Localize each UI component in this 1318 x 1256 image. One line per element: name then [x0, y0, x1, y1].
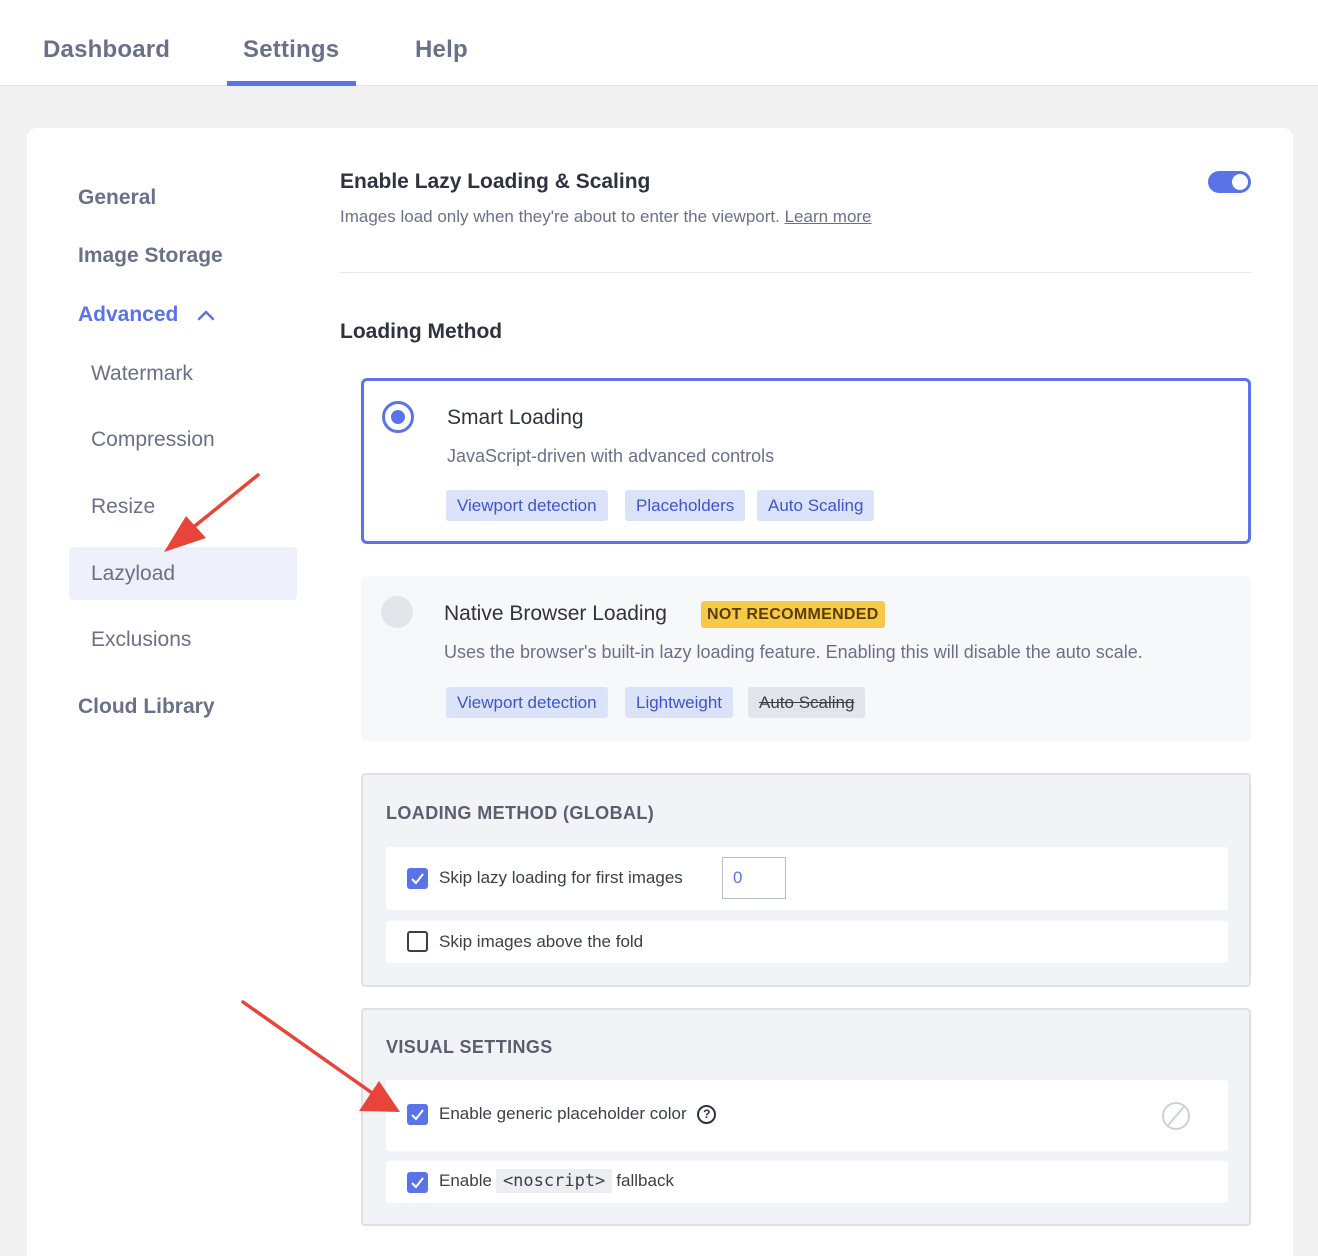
active-tab-indicator: [227, 81, 356, 86]
sidebar-item-image-storage[interactable]: Image Storage: [78, 244, 223, 268]
skip-first-count-input[interactable]: 0: [722, 857, 786, 899]
top-nav: Dashboard Settings Help: [0, 0, 1318, 86]
radio-selected-icon[interactable]: [382, 401, 414, 433]
sidebar-sub-exclusions[interactable]: Exclusions: [91, 628, 191, 652]
chip-viewport-detection: Viewport detection: [446, 687, 608, 718]
tab-help[interactable]: Help: [415, 36, 468, 64]
help-icon[interactable]: ?: [697, 1105, 717, 1125]
learn-more-link[interactable]: Learn more: [785, 207, 872, 226]
no-color-swatch-icon[interactable]: [1162, 1102, 1190, 1130]
chevron-up-icon[interactable]: [197, 308, 215, 322]
skip-first-images-row: Skip lazy loading for first images 0: [386, 847, 1228, 910]
section-divider: [340, 272, 1251, 273]
sidebar-sub-watermark[interactable]: Watermark: [91, 362, 193, 386]
skip-fold-checkbox[interactable]: [407, 931, 428, 952]
annotation-arrow-icon: [164, 473, 260, 552]
visual-settings-panel: VISUAL SETTINGS Enable generic placehold…: [361, 1008, 1251, 1226]
tab-dashboard[interactable]: Dashboard: [43, 36, 170, 64]
enable-lazy-toggle[interactable]: [1208, 171, 1251, 193]
sidebar-sub-compression[interactable]: Compression: [91, 428, 215, 452]
chip-auto-scaling: Auto Scaling: [757, 490, 875, 521]
skip-above-fold-row: Skip images above the fold: [386, 921, 1228, 963]
noscript-code: <noscript>: [495, 1169, 613, 1193]
noscript-prefix: Enable: [439, 1171, 492, 1190]
noscript-label: Enable <noscript> fallback: [439, 1169, 674, 1193]
chip-auto-scaling-disabled: Auto Scaling: [748, 687, 866, 718]
panel-title: LOADING METHOD (GLOBAL): [386, 803, 655, 823]
sidebar-item-advanced[interactable]: Advanced: [78, 303, 178, 327]
sidebar-sub-lazyload[interactable]: Lazyload: [91, 562, 175, 586]
option-title: Smart Loading: [447, 406, 584, 429]
option-description: Uses the browser's built-in lazy loading…: [444, 642, 1143, 662]
placeholder-color-text: Enable generic placeholder color: [439, 1104, 687, 1123]
not-recommended-badge: NOT RECOMMENDED: [701, 601, 885, 628]
placeholder-color-row: Enable generic placeholder color ?: [386, 1080, 1228, 1151]
option-title: Native Browser Loading: [444, 602, 667, 625]
skip-fold-label: Skip images above the fold: [439, 932, 644, 951]
chip-placeholders: Placeholders: [625, 490, 746, 521]
radio-unselected-icon[interactable]: [381, 596, 413, 628]
option-description: JavaScript-driven with advanced controls: [447, 446, 775, 466]
placeholder-color-checkbox[interactable]: [407, 1104, 428, 1125]
enable-lazy-title: Enable Lazy Loading & Scaling: [340, 170, 651, 193]
loading-method-title: Loading Method: [340, 320, 503, 343]
enable-lazy-description: Images load only when they're about to e…: [340, 207, 872, 227]
annotation-arrow-icon: [241, 1000, 400, 1112]
panel-title: VISUAL SETTINGS: [386, 1037, 553, 1057]
noscript-checkbox[interactable]: [407, 1172, 428, 1193]
sidebar-sub-resize[interactable]: Resize: [91, 495, 155, 519]
loading-method-global-panel: LOADING METHOD (GLOBAL) Skip lazy loadin…: [361, 773, 1251, 987]
skip-first-label: Skip lazy loading for first images: [439, 868, 683, 887]
toggle-knob: [1232, 174, 1248, 190]
option-native-loading[interactable]: Native Browser Loading NOT RECOMMENDED U…: [361, 576, 1251, 741]
noscript-fallback-row: Enable <noscript> fallback: [386, 1161, 1228, 1203]
option-smart-loading[interactable]: Smart Loading JavaScript-driven with adv…: [361, 378, 1251, 544]
placeholder-color-label: Enable generic placeholder color ?: [439, 1104, 717, 1125]
tab-settings[interactable]: Settings: [243, 36, 339, 64]
noscript-suffix: fallback: [616, 1171, 674, 1190]
skip-first-checkbox[interactable]: [407, 868, 428, 889]
sidebar-item-cloud-library[interactable]: Cloud Library: [78, 695, 215, 719]
sidebar-item-general[interactable]: General: [78, 186, 156, 210]
chip-viewport-detection: Viewport detection: [446, 490, 608, 521]
enable-lazy-desc-text: Images load only when they're about to e…: [340, 207, 780, 226]
chip-lightweight: Lightweight: [625, 687, 734, 718]
